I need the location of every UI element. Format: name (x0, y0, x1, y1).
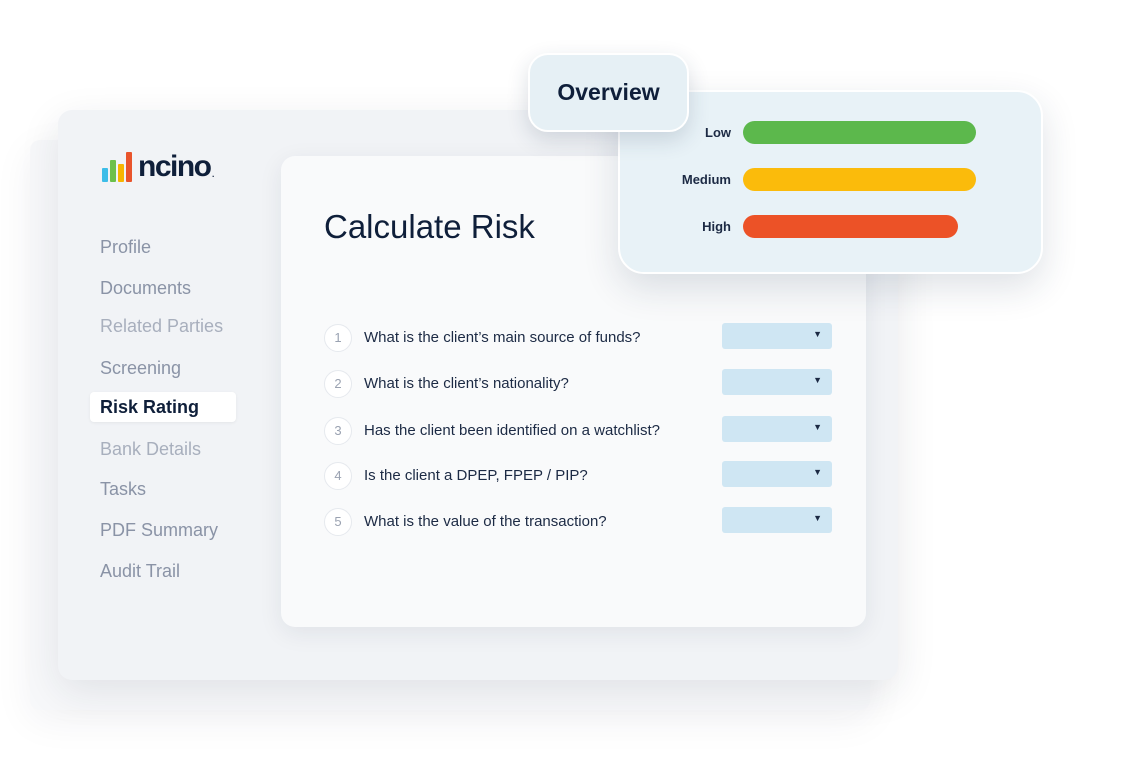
logo-trademark: . (211, 166, 215, 180)
question-text: What is the client’s nationality? (364, 375, 569, 392)
risk-label-high: High (702, 219, 731, 234)
stage: ncino . Profile Documents Related Partie… (0, 0, 1138, 768)
caret-down-icon: ▼ (813, 467, 822, 477)
risk-bar-medium (743, 168, 976, 191)
answer-dropdown[interactable]: ▼ (722, 416, 832, 442)
question-number-badge: 5 (324, 508, 352, 536)
question-row: 5 What is the value of the transaction? … (324, 507, 834, 538)
question-row: 2 What is the client’s nationality? ▼ (324, 369, 834, 400)
caret-down-icon: ▼ (813, 513, 822, 523)
risk-bar-high (743, 215, 958, 238)
logo-bar-1 (102, 168, 108, 182)
logo-wordmark: ncino (138, 150, 212, 183)
sidebar-item-profile[interactable]: Profile (90, 232, 161, 262)
question-text: Has the client been identified on a watc… (364, 422, 661, 439)
logo-bar-4 (126, 152, 132, 182)
sidebar-item-bank-details[interactable]: Bank Details (90, 434, 211, 464)
page-title: Calculate Risk (324, 208, 535, 245)
risk-label-medium: Medium (681, 172, 731, 187)
risk-bar-low (743, 121, 976, 144)
answer-dropdown[interactable]: ▼ (722, 323, 832, 349)
logo-bars-icon (102, 150, 132, 182)
sidebar-item-risk-rating[interactable]: Risk Rating (90, 392, 236, 422)
question-row: 1 What is the client’s main source of fu… (324, 323, 834, 354)
answer-dropdown[interactable]: ▼ (722, 507, 832, 533)
question-number-badge: 3 (324, 417, 352, 445)
caret-down-icon: ▼ (813, 375, 822, 385)
caret-down-icon: ▼ (813, 329, 822, 339)
logo-bar-3 (118, 164, 124, 182)
sidebar-item-related-parties[interactable]: Related Parties (90, 311, 233, 341)
answer-dropdown[interactable]: ▼ (722, 369, 832, 395)
question-number-badge: 2 (324, 370, 352, 398)
question-text: What is the client’s main source of fund… (364, 329, 641, 346)
question-row: 4 Is the client a DPEP, FPEP / PIP? ▼ (324, 461, 834, 492)
sidebar-item-tasks[interactable]: Tasks (90, 474, 156, 504)
sidebar-item-pdf-summary[interactable]: PDF Summary (90, 515, 228, 545)
question-text: What is the value of the transaction? (364, 513, 607, 530)
answer-dropdown[interactable]: ▼ (722, 461, 832, 487)
sidebar-item-documents[interactable]: Documents (90, 273, 201, 303)
sidebar-item-audit-trail[interactable]: Audit Trail (90, 556, 190, 586)
question-text: Is the client a DPEP, FPEP / PIP? (364, 467, 588, 484)
question-number-badge: 4 (324, 462, 352, 490)
logo-bar-2 (110, 160, 116, 182)
question-number-badge: 1 (324, 324, 352, 352)
ncino-logo: ncino . (102, 148, 215, 182)
question-row: 3 Has the client been identified on a wa… (324, 416, 834, 447)
overview-tab[interactable]: Overview (528, 53, 689, 132)
caret-down-icon: ▼ (813, 422, 822, 432)
sidebar-item-screening[interactable]: Screening (90, 353, 191, 383)
